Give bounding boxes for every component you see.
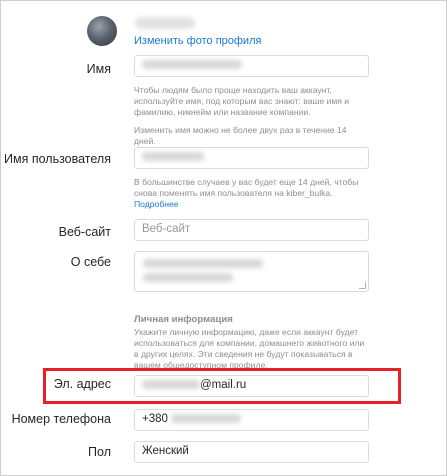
personal-info-title: Личная информация [134, 314, 233, 325]
phone-input[interactable]: +380 [134, 409, 369, 431]
change-photo-link[interactable]: Изменить фото профиля [134, 35, 261, 47]
bio-textarea[interactable] [134, 251, 369, 292]
name-help-text: Чтобы людям было проще находить ваш акка… [134, 85, 350, 117]
avatar[interactable] [87, 16, 117, 46]
website-label: Веб-сайт [58, 225, 111, 239]
name-value-blurred [142, 60, 242, 70]
email-highlight-box [43, 368, 401, 404]
username-header-blurred [135, 17, 195, 29]
phone-prefix: +380 [142, 413, 168, 425]
phone-label: Номер телефона [11, 412, 111, 426]
resize-grip[interactable] [359, 282, 366, 289]
phone-number-blurred [171, 414, 242, 424]
gender-input[interactable]: Женский [134, 441, 369, 463]
bio-label: О себе [70, 255, 111, 269]
name-input[interactable] [134, 55, 369, 77]
username-input[interactable] [134, 147, 369, 169]
username-help-text: В большинстве случаев у вас будет еще 14… [134, 177, 359, 209]
gender-label: Пол [88, 445, 111, 459]
name-label: Имя [86, 62, 111, 76]
username-value-blurred [142, 152, 204, 162]
personal-info-help-text: Укажите личную информацию, даже если акк… [134, 327, 365, 370]
bio-line-1-blurred [143, 259, 263, 268]
username-label: Имя пользователя [4, 152, 111, 166]
edit-profile-form: Изменить фото профиля Имя Чтобы людям бы… [0, 0, 447, 476]
bio-line-2-blurred [143, 273, 233, 282]
website-input[interactable]: Веб-сайт [134, 219, 369, 241]
name-change-limit-text: Изменить имя можно не более двух раз в т… [134, 125, 347, 146]
learn-more-link[interactable]: Подробнее [134, 199, 179, 209]
